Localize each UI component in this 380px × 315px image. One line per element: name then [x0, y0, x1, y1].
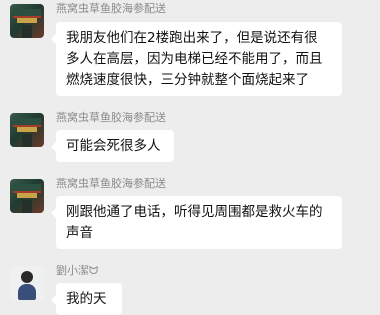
avatar-door — [22, 134, 32, 147]
avatar-body — [18, 284, 36, 300]
message-text-line: 我的天 — [66, 291, 107, 307]
shop-avatar-icon[interactable] — [10, 179, 44, 213]
avatar-roof — [13, 184, 41, 193]
avatar-sign — [17, 127, 37, 132]
sender-name: 燕窝虫草鱼胶海参配送 — [56, 177, 166, 190]
avatar-door — [22, 200, 32, 213]
avatar-sign — [17, 193, 37, 198]
shop-avatar-icon[interactable] — [10, 4, 44, 38]
message-bubble[interactable]: 刚跟他通了电话，听得见周围都是救火车的 声音 — [51, 196, 342, 249]
message-text-line: 多人在高层，因为电梯已经不能用了，而且 — [66, 51, 323, 67]
message-text-line: 可能会死很多人 — [66, 138, 161, 154]
shop-avatar-icon[interactable] — [10, 113, 44, 147]
message-bubble[interactable]: 我朋友他们在2楼跑出来了，但是说还有很 多人在高层，因为电梯已经不能用了，而且 … — [51, 22, 342, 96]
message-bubble[interactable]: 我的天 — [51, 283, 122, 315]
avatar-roof — [13, 9, 41, 18]
avatar-head — [21, 271, 33, 283]
message-text-line: 声音 — [66, 225, 93, 241]
message-bubble[interactable]: 可能会死很多人 — [51, 130, 174, 162]
sender-name: 劉小潔ᗢ — [56, 264, 99, 277]
sender-name: 燕窝虫草鱼胶海参配送 — [56, 2, 166, 15]
person-avatar-icon[interactable] — [10, 266, 44, 300]
message-text-line: 刚跟他通了电话，听得见周围都是救火车的 — [66, 204, 323, 220]
message-text-line: 燃烧速度很快，三分钟就整个面烧起来了 — [66, 72, 309, 88]
message-text-line: 我朋友他们在2楼跑出来了，但是说还有很 — [66, 30, 318, 46]
avatar-roof — [13, 118, 41, 127]
avatar-door — [22, 25, 32, 38]
avatar-sign — [17, 18, 37, 23]
sender-name: 燕窝虫草鱼胶海参配送 — [56, 111, 166, 124]
